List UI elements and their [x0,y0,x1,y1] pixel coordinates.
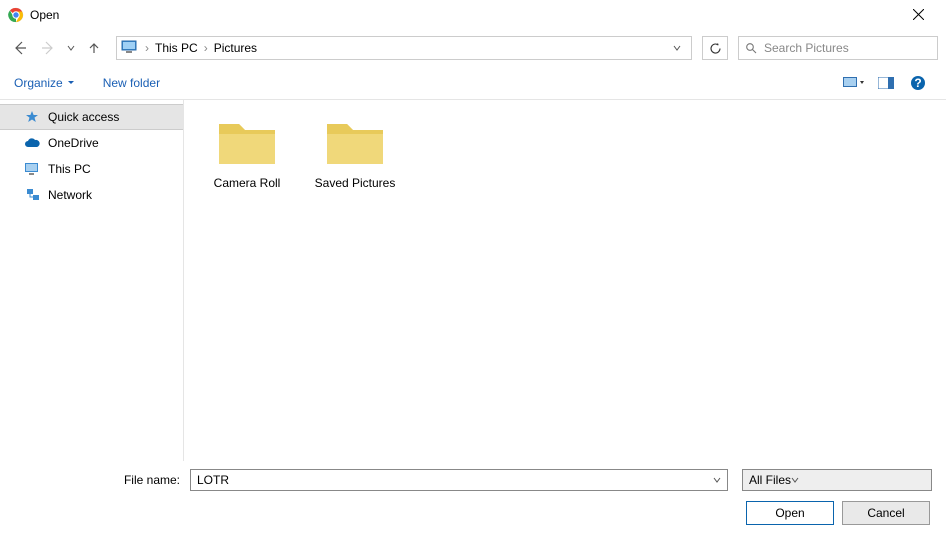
nav-recent-dropdown[interactable] [64,44,78,52]
sidebar-item-label: This PC [48,162,91,176]
folder-label: Camera Roll [214,176,281,190]
sidebar-item-label: Quick access [48,110,119,124]
chevron-down-icon [791,476,799,484]
file-type-filter[interactable]: All Files [742,469,932,491]
star-icon [24,109,40,125]
chevron-down-icon [713,476,721,484]
navbar: › This PC › Pictures Search Pictures [0,30,946,66]
dialog-body: Quick access OneDrive This PC Network [0,100,946,461]
sidebar-item-label: Network [48,188,92,202]
preview-pane-button[interactable] [872,72,900,94]
open-button-label: Open [775,506,804,520]
sidebar-item-label: OneDrive [48,136,99,150]
view-mode-button[interactable] [840,72,868,94]
toolbar: Organize New folder ? [0,66,946,100]
search-input[interactable]: Search Pictures [738,36,938,60]
pc-icon [24,161,40,177]
chevron-right-icon: › [143,41,151,55]
window-title: Open [30,8,59,22]
content-area[interactable]: Camera Roll Saved Pictures [184,100,946,461]
this-pc-icon [121,40,139,56]
refresh-button[interactable] [702,36,728,60]
folder-item[interactable]: Saved Pictures [310,114,400,190]
cloud-icon [24,135,40,151]
folder-icon [215,114,279,170]
cancel-button-label: Cancel [867,506,904,520]
organize-label: Organize [14,76,63,90]
sidebar-item-quick-access[interactable]: Quick access [0,104,183,130]
chevron-right-icon: › [202,41,210,55]
footer: File name: LOTR All Files Open Cancel [0,461,946,533]
search-placeholder: Search Pictures [764,41,849,55]
address-bar[interactable]: › This PC › Pictures [116,36,692,60]
folder-item[interactable]: Camera Roll [202,114,292,190]
address-dropdown[interactable] [667,44,687,52]
nav-back-button[interactable] [8,36,32,60]
titlebar: Open [0,0,946,30]
breadcrumb-folder[interactable]: Pictures [210,41,261,55]
close-button[interactable] [898,1,938,29]
folder-icon [323,114,387,170]
sidebar-item-network[interactable]: Network [0,182,183,208]
sidebar: Quick access OneDrive This PC Network [0,100,184,461]
filter-value: All Files [749,473,791,487]
nav-forward-button[interactable] [36,36,60,60]
filename-input[interactable]: LOTR [190,469,728,491]
network-icon [24,187,40,203]
nav-up-button[interactable] [82,36,106,60]
new-folder-button[interactable]: New folder [103,76,160,90]
folder-label: Saved Pictures [315,176,396,190]
filename-label: File name: [14,473,184,487]
breadcrumb-root[interactable]: This PC [151,41,202,55]
search-icon [745,42,758,55]
organize-menu[interactable]: Organize [14,76,75,90]
help-button[interactable]: ? [904,72,932,94]
filename-value: LOTR [197,473,229,487]
cancel-button[interactable]: Cancel [842,501,930,525]
sidebar-item-onedrive[interactable]: OneDrive [0,130,183,156]
open-button[interactable]: Open [746,501,834,525]
chrome-icon [8,7,24,23]
sidebar-item-this-pc[interactable]: This PC [0,156,183,182]
svg-text:?: ? [914,76,921,90]
